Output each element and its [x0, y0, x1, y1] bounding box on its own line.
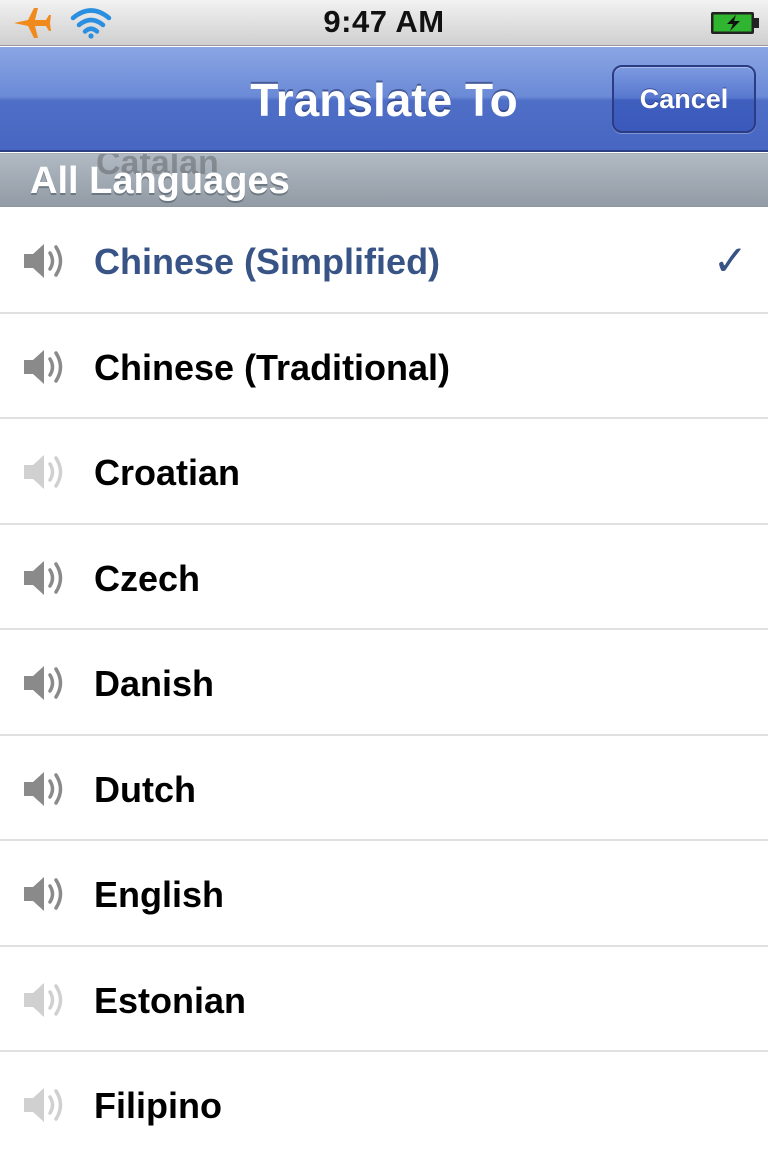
speaker-icon[interactable] [22, 1085, 70, 1125]
language-row[interactable]: Danish [0, 630, 768, 736]
language-row[interactable]: Filipino [0, 1052, 768, 1152]
cancel-button[interactable]: Cancel [612, 65, 756, 133]
app-screen: 9:47 AM Translate To Cancel Catalan All … [0, 0, 768, 1152]
language-row[interactable]: Czech [0, 524, 768, 630]
language-name: Czech [94, 557, 201, 599]
language-list: Chinese (Simplified) ✓ Chinese (Traditiona… [0, 208, 768, 1152]
battery-charging-icon [711, 12, 759, 34]
speaker-icon[interactable] [22, 241, 70, 281]
navigation-bar: Translate To Cancel [0, 47, 768, 152]
language-name: Estonian [94, 979, 247, 1021]
status-time: 9:47 AM [323, 4, 445, 39]
section-header-label: All Languages [30, 160, 290, 202]
language-row[interactable]: Chinese (Traditional) [0, 313, 768, 419]
status-bar: 9:47 AM [0, 0, 768, 46]
speaker-icon[interactable] [22, 452, 70, 492]
language-row[interactable]: Estonian [0, 946, 768, 1052]
language-row[interactable]: English [0, 841, 768, 947]
section-header: Catalan All Languages [0, 153, 768, 207]
speaker-icon[interactable] [22, 874, 70, 914]
language-name: Dutch [94, 768, 196, 810]
checkmark-icon: ✓ [712, 236, 748, 285]
speaker-icon[interactable] [22, 347, 70, 387]
language-row[interactable]: Croatian [0, 419, 768, 525]
speaker-icon[interactable] [22, 769, 70, 809]
language-name: Filipino [94, 1085, 222, 1126]
language-row[interactable]: Chinese (Simplified) ✓ [0, 208, 768, 314]
language-name: English [94, 874, 225, 915]
language-name: Chinese (Traditional) [94, 346, 451, 388]
language-name: Danish [94, 663, 215, 704]
language-row[interactable]: Dutch [0, 735, 768, 841]
speaker-icon[interactable] [22, 663, 70, 703]
speaker-icon[interactable] [22, 558, 70, 598]
language-name: Chinese (Simplified) [94, 241, 441, 282]
speaker-icon[interactable] [22, 980, 70, 1020]
language-name: Croatian [94, 452, 241, 493]
